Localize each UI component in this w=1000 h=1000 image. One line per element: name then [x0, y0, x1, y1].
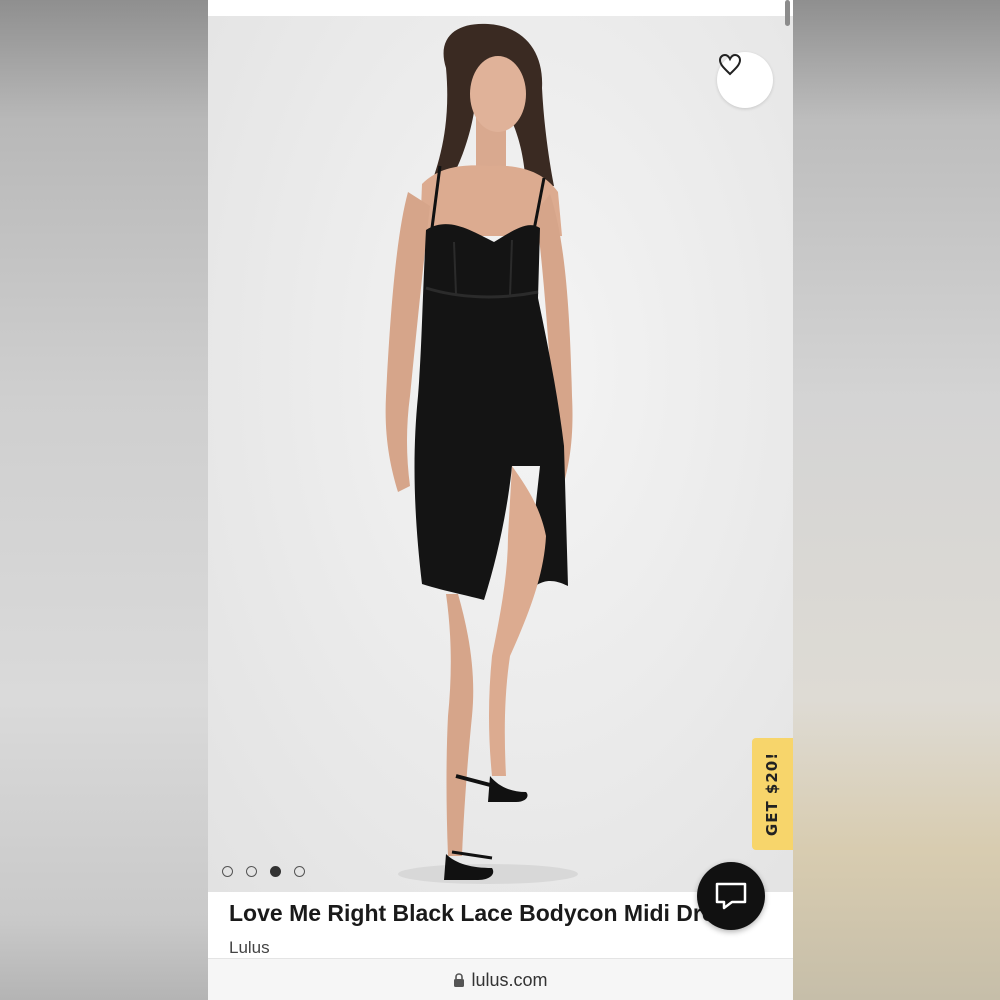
chat-button[interactable] [697, 862, 765, 930]
mobile-screen: GET $20! Love Me Right Black Lace Bodyco… [208, 0, 793, 1000]
promo-tab[interactable]: GET $20! [752, 738, 793, 850]
product-title: Love Me Right Black Lace Bodycon Midi Dr… [229, 900, 741, 926]
gallery-pagination [222, 866, 305, 878]
gallery-dot[interactable] [294, 866, 305, 877]
model-illustration [385, 23, 578, 884]
blurred-background-right [793, 0, 1000, 1000]
gallery-dot[interactable] [246, 866, 257, 877]
browser-url-bar[interactable]: lulus.com [208, 958, 793, 1000]
heart-outline-icon [718, 53, 742, 76]
url-text: lulus.com [471, 969, 548, 990]
wishlist-button[interactable] [717, 52, 773, 108]
top-strip [208, 0, 793, 16]
gallery-dot[interactable] [222, 866, 233, 877]
product-image[interactable]: GET $20! [208, 16, 793, 892]
promo-label: GET $20! [763, 751, 782, 837]
scrollbar[interactable] [785, 0, 790, 26]
gallery-dot-active[interactable] [270, 866, 281, 877]
chat-bubble-icon [715, 882, 747, 910]
product-brand[interactable]: Lulus [229, 938, 270, 958]
blurred-background-left [0, 0, 208, 1000]
lock-icon [454, 972, 465, 987]
